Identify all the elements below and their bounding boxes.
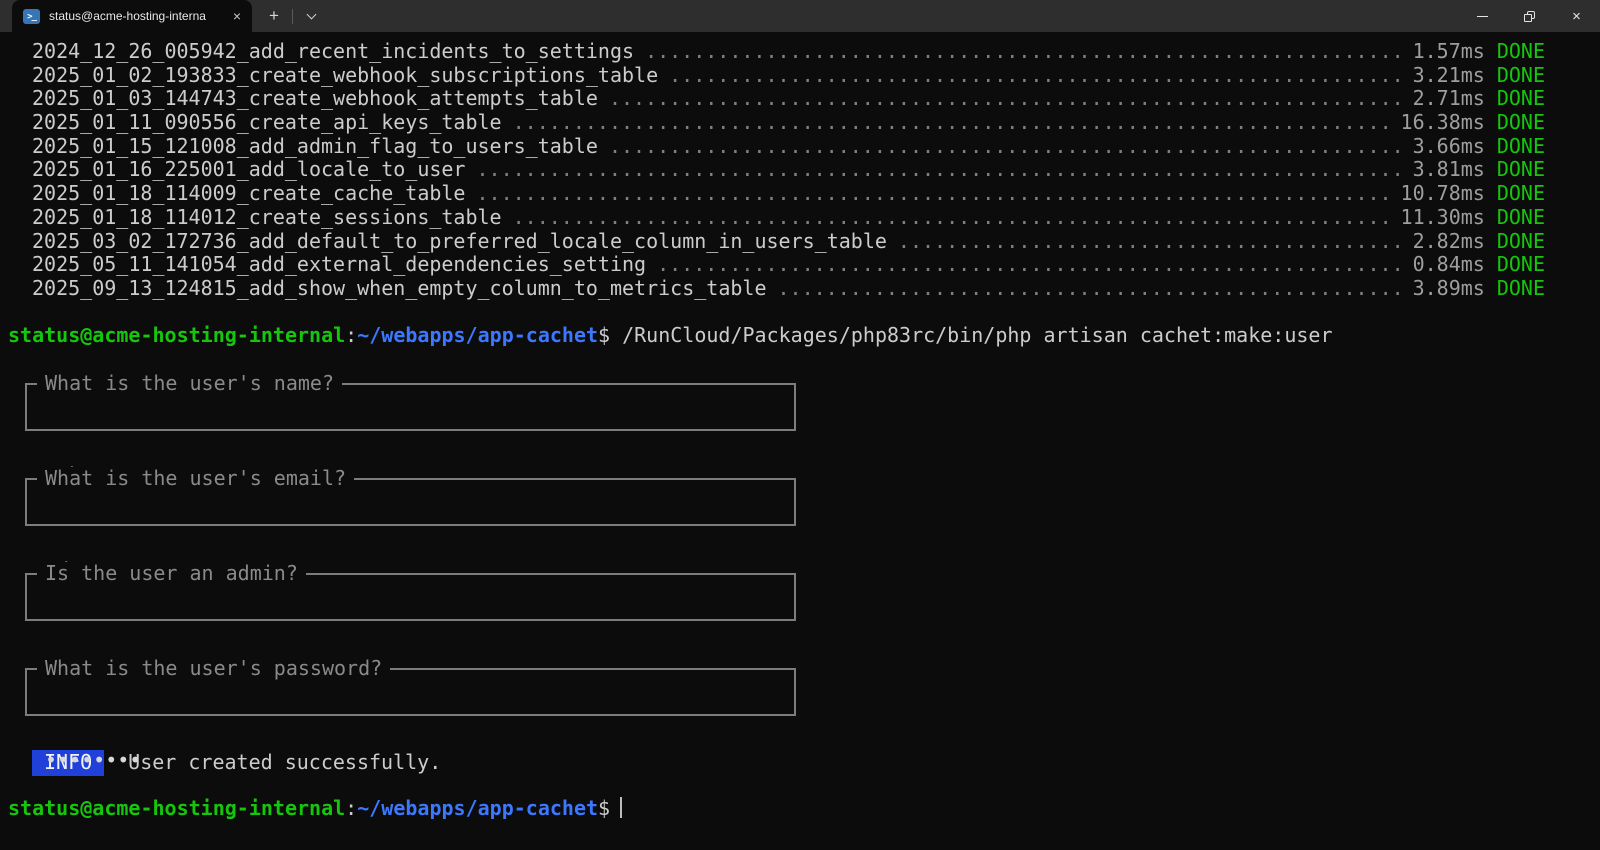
migration-row: 2025_01_16_225001_add_locale_to_user....… (8, 158, 1600, 182)
leader-dots: ........................................… (513, 111, 1390, 135)
migration-time: 3.66ms (1413, 135, 1485, 159)
leader-dots: ........................................… (898, 230, 1402, 254)
migration-name: 2025_03_02_172736_add_default_to_preferr… (32, 230, 887, 254)
migration-name: 2024_12_26_005942_add_recent_incidents_t… (32, 40, 634, 64)
leader-dots: ........................................… (513, 206, 1390, 230)
migration-time: 16.38ms (1401, 111, 1485, 135)
migration-name: 2025_01_03_144743_create_webhook_attempt… (32, 87, 598, 111)
migration-status: DONE (1485, 230, 1545, 254)
migration-name: 2025_01_15_121008_add_admin_flag_to_user… (32, 135, 598, 159)
tab-close-icon[interactable]: × (228, 7, 246, 25)
migration-status: DONE (1485, 182, 1545, 206)
migration-row: 2025_01_03_144743_create_webhook_attempt… (8, 87, 1600, 111)
migration-name: 2025_01_16_225001_add_locale_to_user (32, 158, 465, 182)
command-line: status@acme-hosting-internal:~/webapps/a… (8, 324, 1600, 348)
prompt-dollar: $ (598, 323, 610, 347)
leader-dots: ........................................… (657, 253, 1401, 277)
migration-row: 2025_09_13_124815_add_show_when_empty_co… (8, 277, 1600, 301)
migration-name: 2025_01_02_193833_create_webhook_subscri… (32, 64, 658, 88)
leader-dots: ........................................… (645, 40, 1402, 64)
migration-time: 3.81ms (1413, 158, 1485, 182)
migration-status: DONE (1485, 135, 1545, 159)
admin-question-box: Is the user an admin? Yes (25, 573, 796, 621)
migration-status: DONE (1485, 87, 1545, 111)
migration-row: 2025_01_18_114009_create_cache_table....… (8, 182, 1600, 206)
leader-dots: ........................................… (669, 64, 1401, 88)
tab-title: status@acme-hosting-interna (49, 9, 219, 23)
prompt-path: ~/webapps/app-cachet (357, 323, 598, 347)
prompt-colon: : (345, 323, 357, 347)
window-minimize-button[interactable] (1459, 0, 1506, 32)
migration-row: 2025_01_11_090556_create_api_keys_table.… (8, 111, 1600, 135)
migration-row: 2025_03_02_172736_add_default_to_preferr… (8, 230, 1600, 254)
migration-time: 2.71ms (1413, 87, 1485, 111)
prompt-user-host: status@acme-hosting-internal (8, 323, 345, 347)
leader-dots: ........................................… (609, 87, 1402, 111)
window-close-button[interactable]: × (1553, 0, 1600, 32)
titlebar: >_ status@acme-hosting-interna × + × (0, 0, 1600, 32)
email-question-label: What is the user's email? (37, 467, 354, 491)
entered-command: /RunCloud/Packages/php83rc/bin/php artis… (622, 323, 1332, 347)
tab-dropdown-button[interactable] (293, 0, 329, 32)
new-tab-button[interactable]: + (256, 0, 292, 32)
migration-row: 2024_12_26_005942_add_recent_incidents_t… (8, 40, 1600, 64)
migration-status: DONE (1485, 64, 1545, 88)
restore-icon (1524, 11, 1535, 22)
migration-row: 2025_01_18_114012_create_sessions_table.… (8, 206, 1600, 230)
terminal-canvas[interactable]: 2024_12_26_005942_add_recent_incidents_t… (0, 32, 1600, 850)
password-answer-value: •••••••• (27, 741, 794, 773)
migration-name: 2025_01_18_114009_create_cache_table (32, 182, 465, 206)
terminal-tab[interactable]: >_ status@acme-hosting-interna × (12, 0, 252, 32)
migration-name: 2025_09_13_124815_add_show_when_empty_co… (32, 277, 767, 301)
titlebar-drag-area (329, 0, 1459, 32)
minimize-icon (1477, 16, 1488, 17)
password-question-label: What is the user's password? (37, 657, 390, 681)
leader-dots: ........................................… (778, 277, 1402, 301)
migration-row: 2025_01_15_121008_add_admin_flag_to_user… (8, 135, 1600, 159)
migration-time: 10.78ms (1401, 182, 1485, 206)
name-question-box: What is the user's name? acha_user (25, 383, 796, 431)
leader-dots: ........................................… (609, 135, 1402, 159)
migration-status: DONE (1485, 253, 1545, 277)
window-restore-button[interactable] (1506, 0, 1553, 32)
window-close-icon: × (1572, 9, 1581, 24)
leader-dots: ........................................… (476, 182, 1389, 206)
admin-question-label: Is the user an admin? (37, 562, 306, 586)
leader-dots: ........................................… (476, 158, 1401, 182)
name-question-label: What is the user's name? (37, 372, 342, 396)
migration-status: DONE (1485, 158, 1545, 182)
migration-time: 3.89ms (1413, 277, 1485, 301)
migration-row: 2025_05_11_141054_add_external_dependenc… (8, 253, 1600, 277)
migration-time: 1.57ms (1413, 40, 1485, 64)
migration-status: DONE (1485, 277, 1545, 301)
migration-status: DONE (1485, 206, 1545, 230)
migration-time: 3.21ms (1413, 64, 1485, 88)
migration-status: DONE (1485, 111, 1545, 135)
migration-row: 2025_01_02_193833_create_webhook_subscri… (8, 64, 1600, 88)
migration-name: 2025_01_11_090556_create_api_keys_table (32, 111, 502, 135)
blank-line (8, 301, 1600, 325)
chevron-down-icon (306, 9, 316, 19)
migration-time: 0.84ms (1413, 253, 1485, 277)
migration-time: 11.30ms (1401, 206, 1485, 230)
migration-status: DONE (1485, 40, 1545, 64)
migration-name: 2025_05_11_141054_add_external_dependenc… (32, 253, 646, 277)
migration-name: 2025_01_18_114012_create_sessions_table (32, 206, 502, 230)
password-question-box: What is the user's password? •••••••• (25, 668, 796, 716)
powershell-icon: >_ (23, 9, 40, 24)
migration-time: 2.82ms (1413, 230, 1485, 254)
email-question-box: What is the user's email? ad@ex.com (25, 478, 796, 526)
